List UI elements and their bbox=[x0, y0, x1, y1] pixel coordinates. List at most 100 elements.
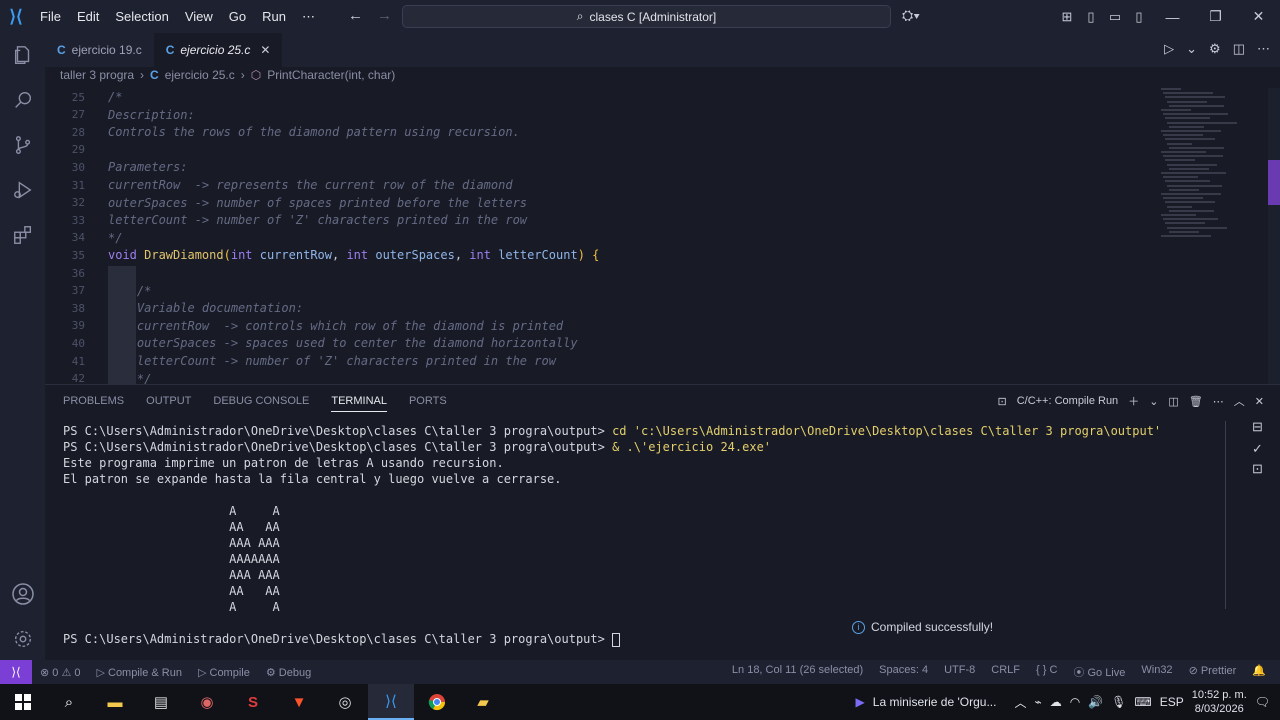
close-window-button[interactable]: ✕ bbox=[1237, 8, 1280, 25]
language-mode[interactable]: { } C bbox=[1036, 664, 1057, 680]
panel-tab[interactable]: DEBUG CONSOLE bbox=[213, 395, 309, 412]
terminal-name[interactable]: C/C++: Compile Run bbox=[1017, 395, 1119, 407]
windows-start-icon[interactable] bbox=[0, 684, 46, 720]
keyboard-icon[interactable]: ⌨ bbox=[1134, 695, 1151, 709]
obs-icon[interactable]: ◎ bbox=[322, 684, 368, 720]
menu-item[interactable]: Selection bbox=[107, 9, 176, 24]
toggle-panel-icon[interactable]: ▭ bbox=[1103, 9, 1127, 25]
menu-item[interactable]: File bbox=[32, 9, 69, 24]
microphone-icon[interactable]: 🎙 bbox=[1111, 695, 1126, 709]
problems-status[interactable]: ⊗ 0 ⚠ 0 bbox=[40, 666, 80, 679]
restore-button[interactable]: ❐ bbox=[1194, 8, 1237, 25]
breadcrumb-symbol[interactable]: PrintCharacter(int, char) bbox=[267, 68, 395, 82]
menu-item[interactable]: Go bbox=[221, 9, 254, 24]
brave-icon[interactable]: ▼ bbox=[276, 684, 322, 720]
notifications-icon[interactable]: 🗨 bbox=[1255, 695, 1270, 709]
minimize-button[interactable]: — bbox=[1151, 9, 1194, 25]
copilot-icon[interactable]: ⛭▾ bbox=[902, 7, 920, 24]
platform[interactable]: Win32 bbox=[1141, 664, 1172, 680]
terminal-tab-icon[interactable]: ⊡ bbox=[1252, 461, 1263, 477]
new-terminal-icon[interactable]: ＋ bbox=[1128, 393, 1139, 409]
go-live-button[interactable]: ⦿ Go Live bbox=[1073, 664, 1125, 680]
command-center-search[interactable]: ⌕ clases C [Administrator] bbox=[402, 5, 891, 28]
settings-icon[interactable]: ⚙ bbox=[1209, 41, 1221, 57]
encoding[interactable]: UTF-8 bbox=[944, 664, 975, 680]
network-icon[interactable]: ⌁ bbox=[1034, 695, 1041, 709]
split-terminal-icon[interactable]: ◫ bbox=[1168, 395, 1178, 408]
terminal-tab-icon[interactable]: ⊟ bbox=[1252, 419, 1263, 435]
search-icon[interactable]: ⌕ bbox=[46, 684, 92, 720]
check-icon[interactable]: ✓ bbox=[1252, 441, 1263, 457]
bell-icon[interactable]: 🔔 bbox=[1252, 664, 1266, 680]
prettier-status[interactable]: ⊘ Prettier bbox=[1189, 664, 1237, 680]
forward-arrow-icon[interactable]: → bbox=[377, 7, 392, 24]
wifi-icon[interactable]: ◠ bbox=[1070, 695, 1080, 709]
app-icon[interactable]: ◉ bbox=[184, 684, 230, 720]
tab-ejercicio-25[interactable]: C ejercicio 25.c ✕ bbox=[153, 33, 283, 67]
minimap-line bbox=[1163, 155, 1223, 158]
run-code-icon[interactable]: ▷ bbox=[1164, 41, 1174, 57]
search-view-icon[interactable] bbox=[0, 80, 45, 120]
sticky-notes-icon[interactable]: ▰ bbox=[460, 684, 506, 720]
code-token: Controls the rows of the diamond pattern… bbox=[108, 125, 520, 140]
more-actions-icon[interactable]: ⋯ bbox=[1257, 41, 1270, 57]
panel-tab[interactable]: PROBLEMS bbox=[63, 395, 124, 412]
extensions-icon[interactable] bbox=[0, 215, 45, 255]
explorer-icon[interactable] bbox=[0, 35, 45, 75]
debug-button[interactable]: ⚙ Debug bbox=[266, 666, 311, 679]
chevron-down-icon[interactable]: ⌄ bbox=[1186, 41, 1197, 57]
panel-tab[interactable]: TERMINAL bbox=[331, 395, 387, 412]
run-debug-icon[interactable] bbox=[0, 170, 45, 210]
toggle-sidebar-icon[interactable]: ▯ bbox=[1079, 9, 1103, 25]
trash-icon[interactable]: 🗑 bbox=[1189, 395, 1203, 408]
tab-ejercicio-19[interactable]: C ejercicio 19.c bbox=[45, 33, 154, 67]
panel-tab[interactable]: PORTS bbox=[409, 395, 447, 412]
breadcrumb-folder[interactable]: taller 3 progra bbox=[60, 68, 134, 82]
minimap[interactable] bbox=[1155, 88, 1268, 384]
chevron-up-icon[interactable]: ︿ bbox=[1014, 694, 1026, 711]
chrome-icon[interactable] bbox=[414, 684, 460, 720]
back-arrow-icon[interactable]: ← bbox=[348, 7, 363, 24]
more-actions-icon[interactable]: ⋯ bbox=[1213, 395, 1224, 408]
settings-gear-icon[interactable] bbox=[0, 619, 45, 659]
cloud-icon[interactable]: ☁ bbox=[1050, 695, 1062, 709]
volume-icon[interactable]: 🔊 bbox=[1088, 695, 1103, 709]
line-ending[interactable]: CRLF bbox=[991, 664, 1020, 680]
toast-message: Compiled successfully! bbox=[871, 620, 994, 634]
cursor-position[interactable]: Ln 18, Col 11 (26 selected) bbox=[732, 664, 863, 680]
menu-item[interactable]: View bbox=[177, 9, 221, 24]
remote-icon[interactable]: ⟩⟨ bbox=[0, 660, 32, 684]
minimap-line bbox=[1165, 138, 1215, 141]
compile-run-button[interactable]: ▷ Compile & Run bbox=[96, 666, 182, 679]
customize-layout-icon[interactable]: ⊞ bbox=[1055, 9, 1079, 25]
clock[interactable]: 10:52 p. m. 8/03/2026 bbox=[1192, 688, 1247, 716]
media-icon[interactable]: ▶ bbox=[856, 695, 865, 709]
solidworks-icon[interactable]: S bbox=[230, 684, 276, 720]
code-editor[interactable]: 25 /* 27 Description: 28 Controls the rows of… bbox=[45, 88, 1155, 384]
close-panel-icon[interactable]: ✕ bbox=[1255, 395, 1264, 408]
input-language[interactable]: ESP bbox=[1160, 695, 1184, 709]
chevron-down-icon[interactable]: ⌄ bbox=[1149, 395, 1158, 408]
file-explorer-icon[interactable]: ▬ bbox=[92, 684, 138, 720]
notepad-icon[interactable]: ▤ bbox=[138, 684, 184, 720]
menu-item[interactable]: Edit bbox=[69, 9, 107, 24]
indentation[interactable]: Spaces: 4 bbox=[879, 664, 928, 680]
menu-item[interactable]: ⋯ bbox=[294, 9, 323, 25]
media-title[interactable]: La miniserie de 'Orgu... bbox=[873, 695, 997, 709]
breadcrumb-file[interactable]: ejercicio 25.c bbox=[165, 68, 235, 82]
account-icon[interactable] bbox=[0, 574, 45, 614]
compile-button[interactable]: ▷ Compile bbox=[198, 666, 250, 679]
editor-scrollbar-thumb[interactable] bbox=[1268, 160, 1280, 205]
vscode-taskbar-icon[interactable]: ⟩⟨ bbox=[368, 684, 414, 720]
close-tab-icon[interactable]: ✕ bbox=[260, 43, 270, 57]
split-editor-icon[interactable]: ◫ bbox=[1233, 41, 1245, 57]
editor-scrollbar[interactable] bbox=[1268, 88, 1280, 384]
maximize-panel-icon[interactable]: ︿ bbox=[1234, 393, 1245, 409]
terminal-output[interactable]: PS C:\Users\Administrador\OneDrive\Deskt… bbox=[63, 423, 1161, 647]
notification-toast[interactable]: i Compiled successfully! bbox=[852, 620, 993, 634]
panel-tab[interactable]: OUTPUT bbox=[146, 395, 191, 412]
terminal-scrollbar[interactable] bbox=[1225, 421, 1226, 609]
menu-item[interactable]: Run bbox=[254, 9, 294, 24]
source-control-icon[interactable] bbox=[0, 125, 45, 165]
toggle-secondary-sidebar-icon[interactable]: ▯ bbox=[1127, 9, 1151, 25]
